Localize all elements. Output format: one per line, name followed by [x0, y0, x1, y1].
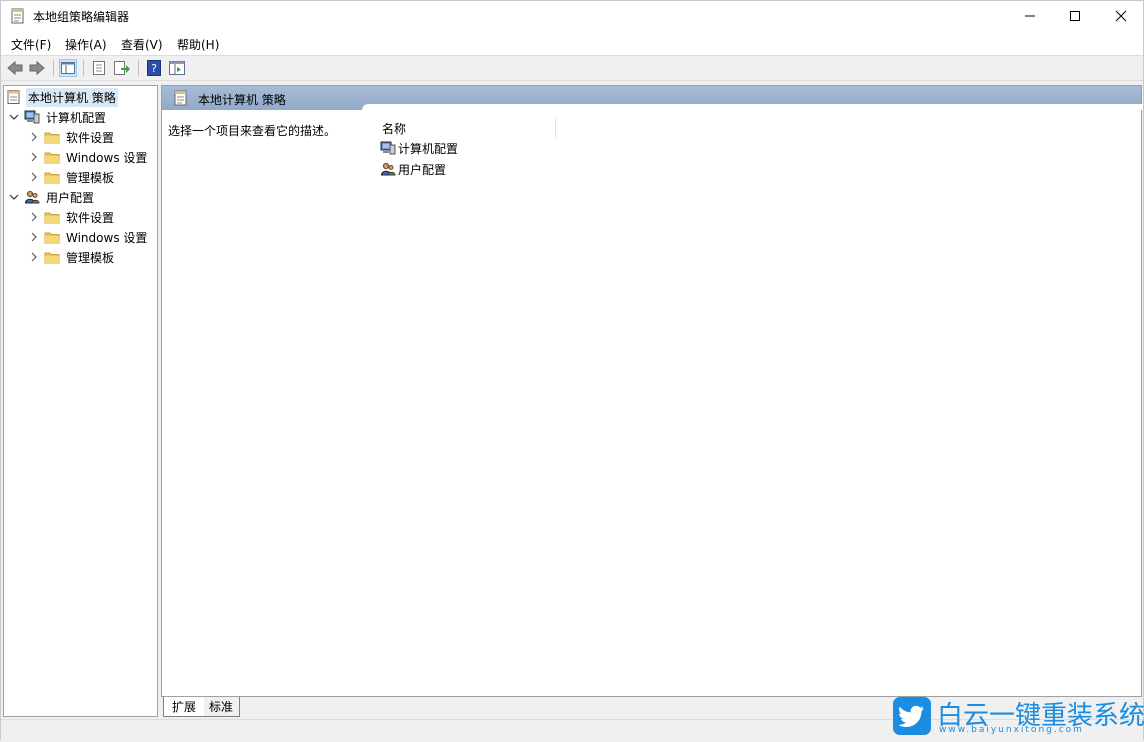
close-button[interactable] [1098, 1, 1144, 31]
policy-document-icon [7, 90, 20, 104]
menu-file[interactable]: 文件(F) [11, 36, 51, 53]
menu-action[interactable]: 操作(A) [65, 36, 107, 53]
tree-node-user-config[interactable]: 用户配置 [8, 188, 96, 206]
toolbar-separator [53, 60, 54, 76]
list-item-label: 计算机配置 [398, 141, 459, 156]
column-header-label: 名称 [382, 122, 407, 136]
show-action-pane-icon [169, 61, 185, 75]
chevron-down-icon[interactable] [8, 111, 20, 123]
forward-arrow-icon [29, 61, 45, 75]
svg-text:?: ? [151, 62, 157, 75]
back-button[interactable] [6, 59, 24, 77]
export-list-button[interactable] [113, 59, 131, 77]
policy-document-icon [11, 8, 24, 24]
pane-header: 本地计算机 策略 [162, 86, 1143, 110]
folder-icon [44, 132, 60, 144]
list-item-user-config[interactable]: 用户配置 [380, 160, 446, 178]
tree-node-label: 软件设置 [66, 130, 115, 145]
tree-node-admin-templates[interactable]: 管理模板 [28, 248, 116, 266]
help-icon: ? [147, 60, 161, 76]
show-action-pane-button[interactable] [168, 59, 186, 77]
computer-icon [24, 110, 40, 124]
show-hide-tree-button[interactable] [59, 59, 77, 77]
toolbar-separator [83, 60, 84, 76]
computer-icon [380, 141, 396, 155]
tree-node-label: 管理模板 [66, 250, 115, 265]
tree-node-label: 本地计算机 策略 [26, 87, 118, 107]
tree-node-software-settings[interactable]: 软件设置 [28, 128, 116, 146]
tree-node-label: 计算机配置 [46, 110, 107, 125]
folder-icon [44, 212, 60, 224]
minimize-icon [1025, 15, 1035, 17]
back-arrow-icon [7, 61, 23, 75]
menu-help[interactable]: 帮助(H) [177, 36, 219, 53]
forward-button[interactable] [28, 59, 46, 77]
menu-view[interactable]: 查看(V) [121, 36, 163, 53]
folder-icon [44, 152, 60, 164]
menu-bar: 文件(F) 操作(A) 查看(V) 帮助(H) [1, 31, 1143, 56]
help-button[interactable]: ? [145, 59, 163, 77]
chevron-right-icon[interactable] [28, 251, 40, 263]
tree-node-label: 软件设置 [66, 210, 115, 225]
toolbar: ? [1, 56, 1143, 81]
description-text: 选择一个项目来查看它的描述。 [168, 124, 337, 138]
tree-node-windows-settings[interactable]: Windows 设置 [28, 228, 149, 246]
details-pane: 本地计算机 策略 选择一个项目来查看它的描述。 名称 计算机配置 用户配置 [161, 85, 1143, 697]
tree-node-root[interactable]: 本地计算机 策略 [6, 87, 118, 107]
app-window: 本地组策略编辑器 文件(F) 操作(A) 查看(V) 帮助(H) ? 本地计算机… [0, 0, 1144, 742]
tree-node-admin-templates[interactable]: 管理模板 [28, 168, 116, 186]
chevron-right-icon[interactable] [28, 171, 40, 183]
chevron-right-icon[interactable] [28, 211, 40, 223]
tree-node-label: Windows 设置 [66, 230, 148, 245]
chevron-right-icon[interactable] [28, 131, 40, 143]
tree-node-computer-config[interactable]: 计算机配置 [8, 108, 108, 126]
chevron-right-icon[interactable] [28, 151, 40, 163]
tab-standard[interactable]: 标准 [203, 697, 240, 717]
tree-pane: 本地计算机 策略 计算机配置 软件设置 Windows 设置 管理模板 用户配置 [3, 85, 158, 717]
chevron-down-icon[interactable] [8, 191, 20, 203]
show-hide-tree-icon [61, 62, 75, 74]
pane-header-title: 本地计算机 策略 [198, 93, 286, 107]
close-icon [1115, 10, 1127, 22]
list-item-label: 用户配置 [398, 162, 447, 177]
minimize-button[interactable] [1007, 1, 1053, 31]
tab-extended[interactable]: 扩展 [163, 697, 204, 717]
folder-icon [44, 252, 60, 264]
maximize-icon [1070, 11, 1080, 21]
users-icon [24, 190, 40, 204]
window-title: 本地组策略编辑器 [33, 10, 130, 24]
watermark: 白云一键重装系统 www.baiyunxitong.com [891, 695, 1144, 737]
header-notch [362, 104, 1143, 110]
export-list-icon [114, 61, 130, 75]
list-item-computer-config[interactable]: 计算机配置 [380, 139, 458, 157]
properties-button[interactable] [90, 59, 108, 77]
twitter-bird-icon [893, 697, 931, 735]
watermark-url: www.baiyunxitong.com [939, 725, 1084, 735]
title-bar: 本地组策略编辑器 [1, 1, 1143, 31]
column-header-name[interactable]: 名称 [380, 118, 556, 138]
chevron-right-icon[interactable] [28, 231, 40, 243]
toolbar-separator [138, 60, 139, 76]
maximize-button[interactable] [1052, 1, 1098, 31]
folder-icon [44, 232, 60, 244]
properties-icon [93, 61, 105, 75]
tree-node-windows-settings[interactable]: Windows 设置 [28, 148, 149, 166]
tree-node-label: 用户配置 [46, 190, 95, 205]
folder-icon [44, 172, 60, 184]
tree-node-label: Windows 设置 [66, 150, 148, 165]
policy-document-icon [174, 90, 187, 106]
tree-node-label: 管理模板 [66, 170, 115, 185]
users-icon [380, 162, 396, 176]
tree-node-software-settings[interactable]: 软件设置 [28, 208, 116, 226]
